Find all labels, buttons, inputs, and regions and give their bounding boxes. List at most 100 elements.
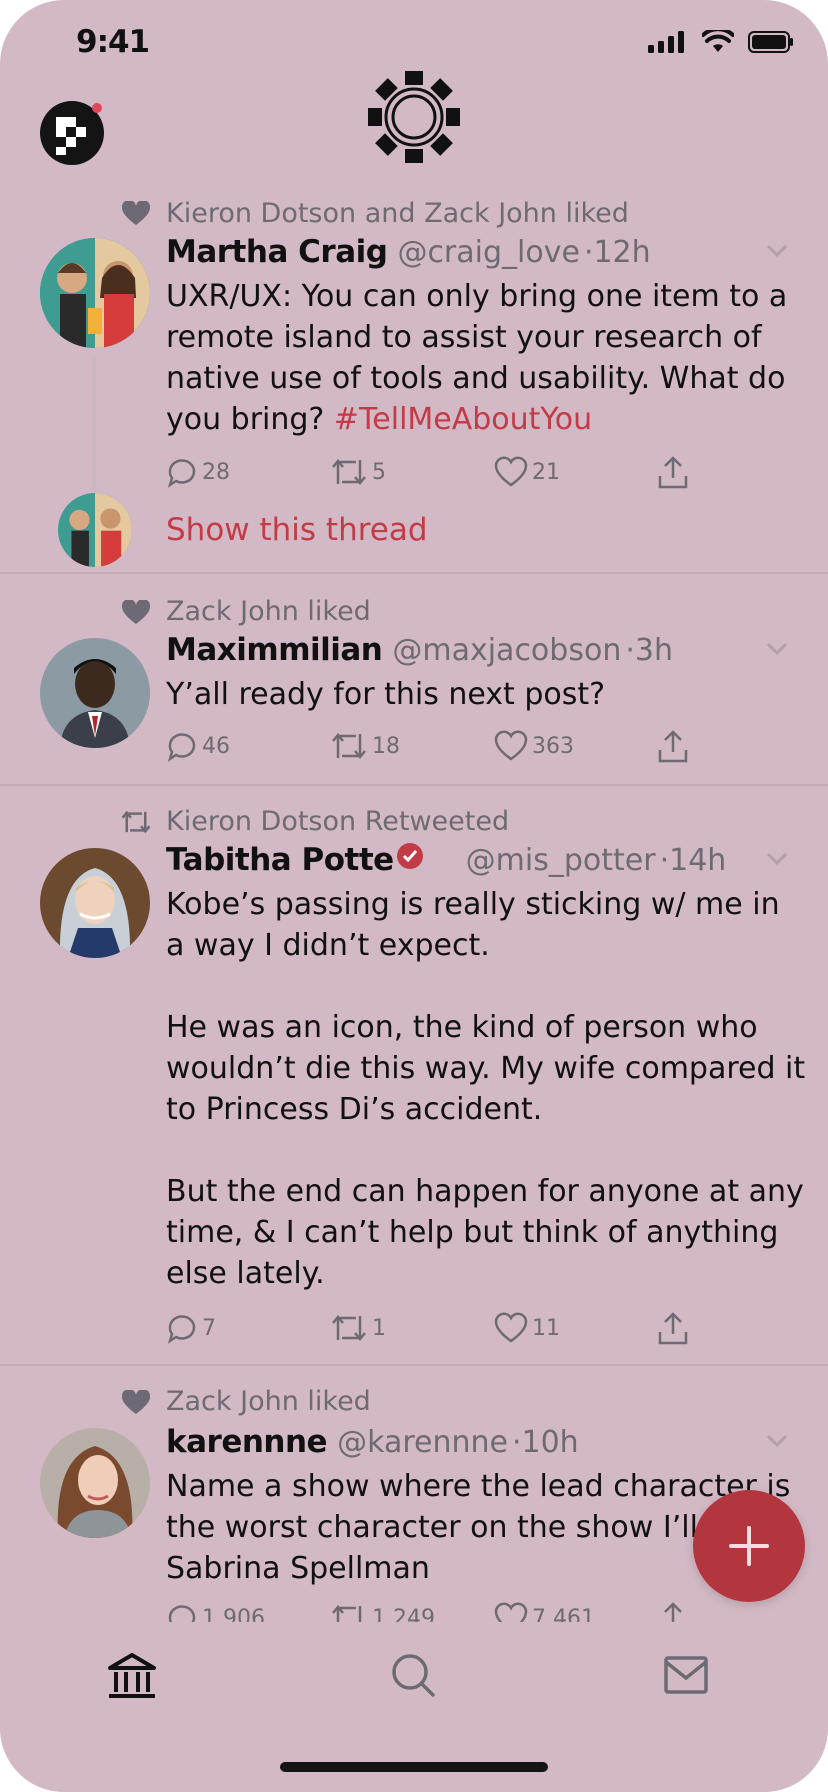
tweet-context: Zack John liked xyxy=(166,1386,371,1417)
tab-bar xyxy=(0,1620,828,1740)
battery-icon xyxy=(748,31,793,53)
reply-icon xyxy=(167,733,196,762)
avatar[interactable] xyxy=(40,238,150,348)
author-name[interactable]: Tabitha Potte xyxy=(166,842,394,878)
tweet-time: ·14h xyxy=(659,843,727,878)
reply-count: 46 xyxy=(202,733,230,759)
tweet-context: Zack John liked xyxy=(166,596,371,627)
heart-outline-icon xyxy=(494,456,528,487)
tweet-header: Martha Craig @craig_love ·12h xyxy=(166,234,651,270)
tweet-text: Y’all ready for this next post? xyxy=(166,677,606,712)
divider xyxy=(0,572,828,574)
divider xyxy=(0,1364,828,1366)
chevron-down-icon[interactable] xyxy=(766,244,788,258)
tweet-paragraph: But the end can happen for anyone at any… xyxy=(166,1174,804,1291)
like-button[interactable]: 363 xyxy=(494,730,574,762)
tweet-time: ·12h xyxy=(583,235,651,270)
share-button[interactable] xyxy=(656,730,690,764)
retweet-icon xyxy=(332,1315,366,1341)
tweet-text: UXR/UX: You can only bring one item to a… xyxy=(166,276,806,440)
phone-screen: 9:41 Kieron Dotson and Zack John liked M… xyxy=(0,0,828,1792)
share-icon xyxy=(658,730,688,763)
tweet-time: ·10h xyxy=(511,1425,579,1460)
avatar-photo xyxy=(40,1428,150,1538)
thread-connector xyxy=(92,357,96,492)
heart-icon xyxy=(122,1390,150,1414)
reply-icon xyxy=(167,459,196,488)
share-button[interactable] xyxy=(656,1312,690,1346)
author-name[interactable]: karennne xyxy=(166,1424,328,1460)
author-handle[interactable]: @mis_potter xyxy=(466,843,656,878)
status-time: 9:41 xyxy=(76,24,150,60)
like-count: 11 xyxy=(532,1315,560,1341)
notification-dot xyxy=(92,103,102,113)
compose-plus-icon xyxy=(729,1526,769,1566)
retweet-button[interactable]: 1 xyxy=(330,1312,386,1344)
share-icon xyxy=(658,1312,688,1345)
author-handle[interactable]: @karennne xyxy=(337,1425,508,1460)
reply-icon xyxy=(167,1315,196,1344)
chevron-down-icon[interactable] xyxy=(766,1434,788,1448)
share-icon xyxy=(658,456,688,489)
retweet-count: 5 xyxy=(372,459,386,485)
author-handle[interactable]: @craig_love xyxy=(397,235,580,270)
reply-button[interactable]: 46 xyxy=(166,730,230,762)
avatar[interactable] xyxy=(40,848,150,958)
tweet-time: ·3h xyxy=(625,633,673,668)
avatar-photo xyxy=(58,493,132,567)
author-handle[interactable]: @maxjacobson xyxy=(392,633,621,668)
like-button[interactable]: 11 xyxy=(494,1312,560,1344)
tweet-actions: 7 1 11 xyxy=(166,1312,706,1352)
tweet-context: Kieron Dotson Retweeted xyxy=(166,806,510,837)
home-indicator[interactable] xyxy=(280,1762,548,1772)
like-count: 363 xyxy=(532,733,574,759)
tweet-text: Kobe’s passing is really sticking w/ me … xyxy=(166,884,806,1294)
signal-icon xyxy=(648,31,684,53)
tweet-header: karennne @karennne ·10h xyxy=(166,1424,579,1460)
tweet-context: Kieron Dotson and Zack John liked xyxy=(166,198,629,229)
retweet-count: 1 xyxy=(372,1315,386,1341)
chevron-down-icon[interactable] xyxy=(766,852,788,866)
tweet-actions: 28 5 21 xyxy=(166,456,706,496)
search-icon[interactable] xyxy=(390,1652,436,1698)
retweet-icon xyxy=(121,810,151,834)
avatar-photo xyxy=(40,848,150,958)
retweet-button[interactable]: 18 xyxy=(330,730,400,762)
tweet-paragraph: He was an icon, the kind of person who w… xyxy=(166,1010,806,1127)
heart-outline-icon xyxy=(494,730,528,761)
mail-icon[interactable] xyxy=(664,1656,708,1694)
retweet-icon xyxy=(332,733,366,759)
brand-logo-icon xyxy=(368,71,460,163)
wifi-icon xyxy=(702,30,734,52)
share-button[interactable] xyxy=(656,456,690,490)
thread-avatar[interactable] xyxy=(58,493,132,567)
heart-icon xyxy=(122,600,150,624)
retweet-button[interactable]: 5 xyxy=(330,456,386,488)
reply-count: 7 xyxy=(202,1315,216,1341)
reply-button[interactable]: 7 xyxy=(166,1312,216,1344)
chevron-down-icon[interactable] xyxy=(766,642,788,656)
reply-count: 28 xyxy=(202,459,230,485)
tweet-header: Maximmilian @maxjacobson ·3h xyxy=(166,632,673,668)
like-count: 21 xyxy=(532,459,560,485)
reply-button[interactable]: 28 xyxy=(166,456,230,488)
avatar[interactable] xyxy=(40,1428,150,1538)
verified-badge-icon xyxy=(396,843,423,869)
divider xyxy=(0,784,828,786)
compose-button[interactable] xyxy=(693,1490,805,1602)
tweet-header: Tabitha Potte @mis_potter ·14h xyxy=(166,842,726,878)
like-button[interactable]: 21 xyxy=(494,456,560,488)
home-icon[interactable] xyxy=(106,1652,158,1700)
retweet-icon xyxy=(332,459,366,485)
author-name[interactable]: Martha Craig xyxy=(166,234,388,270)
heart-icon xyxy=(122,201,150,225)
tweet-actions: 46 18 363 xyxy=(166,730,706,770)
heart-outline-icon xyxy=(494,1312,528,1343)
author-name[interactable]: Maximmilian xyxy=(166,632,383,668)
show-thread-link[interactable]: Show this thread xyxy=(166,512,428,548)
avatar[interactable] xyxy=(40,638,150,748)
hashtag-link[interactable]: #TellMeAboutYou xyxy=(334,402,592,437)
avatar-photo xyxy=(40,638,150,748)
tweet-paragraph: Kobe’s passing is really sticking w/ me … xyxy=(166,887,780,963)
avatar-photo xyxy=(40,238,150,348)
